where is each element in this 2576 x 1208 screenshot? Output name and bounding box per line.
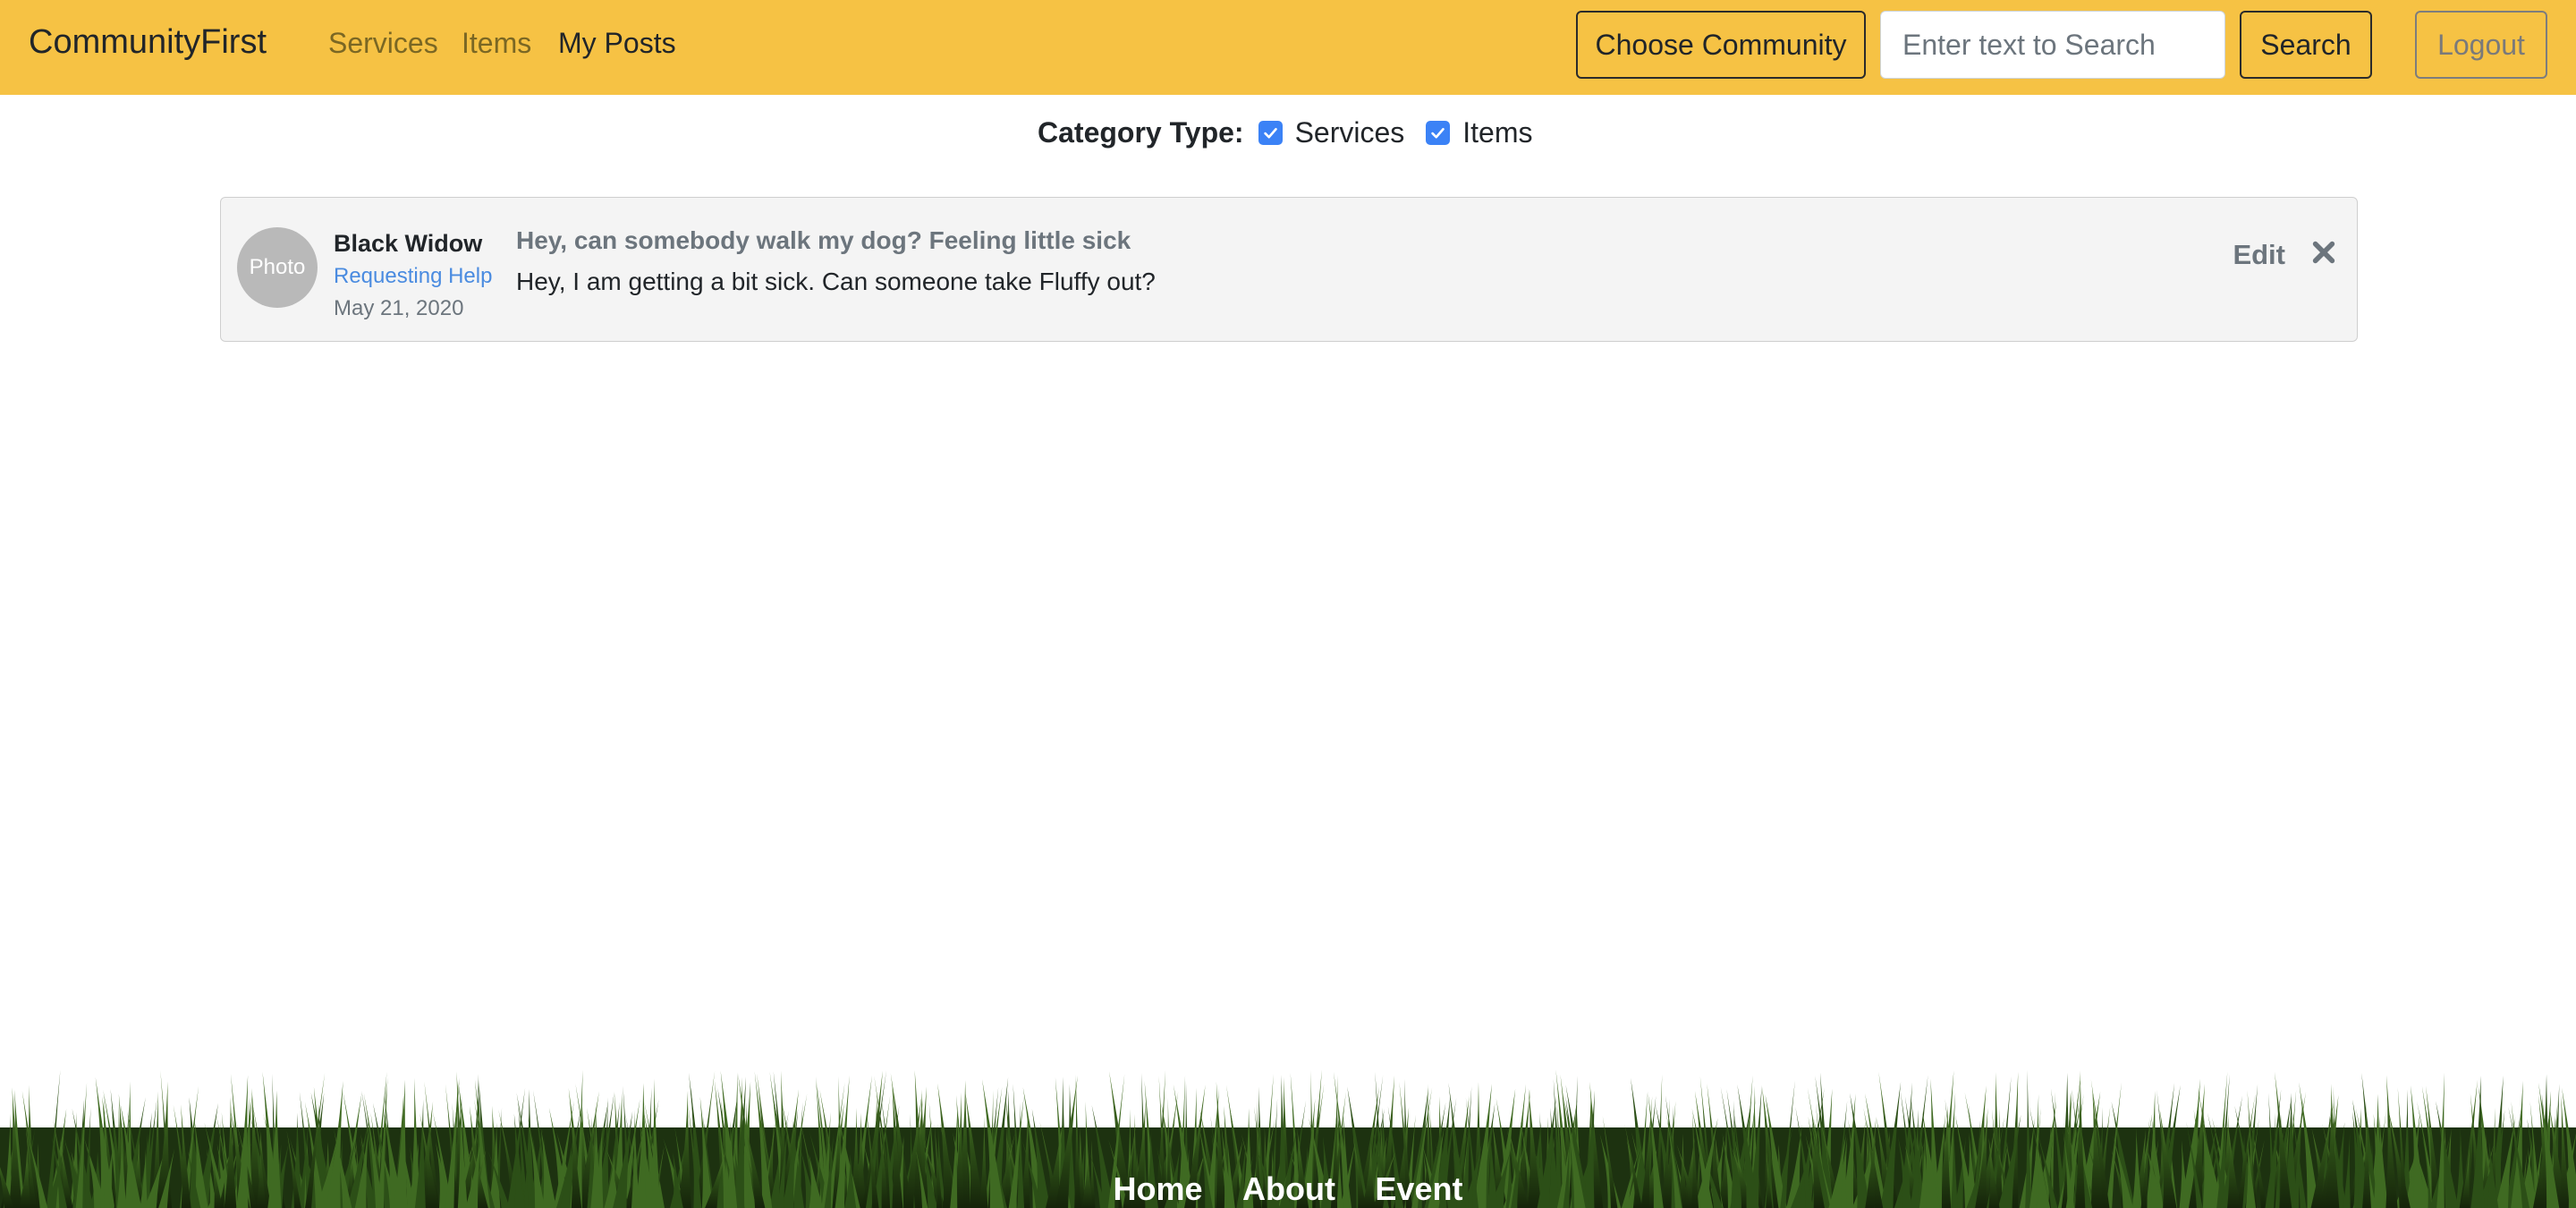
footer-link-event[interactable]: Event <box>1375 1170 1462 1207</box>
close-icon[interactable] <box>2310 239 2337 266</box>
footer-link-home[interactable]: Home <box>1114 1170 1203 1207</box>
post-card: Photo Black Widow Requesting Help May 21… <box>220 197 2358 342</box>
checkmark-icon <box>1431 127 1445 139</box>
checkmark-icon <box>1263 127 1277 139</box>
footer: Home About Event <box>0 1065 2576 1208</box>
category-filter: Category Type: Services Items <box>1038 115 1555 150</box>
services-checkbox-label: Services <box>1294 115 1405 149</box>
post-author-name: Black Widow <box>334 230 483 257</box>
post-date: May 21, 2020 <box>334 296 464 320</box>
search-button[interactable]: Search <box>2240 11 2372 79</box>
post-title: Hey, can somebody walk my dog? Feeling l… <box>516 226 1131 254</box>
footer-link-about[interactable]: About <box>1242 1170 1335 1207</box>
post-type-label: Requesting Help <box>334 264 493 288</box>
filter-option-services[interactable]: Services <box>1258 115 1405 149</box>
items-checkbox[interactable] <box>1426 120 1451 145</box>
top-navbar: CommunityFirst Services Items My Posts C… <box>0 0 2576 95</box>
logout-button[interactable]: Logout <box>2415 11 2547 79</box>
nav-link-services[interactable]: Services <box>328 27 438 60</box>
edit-post-button[interactable]: Edit <box>2233 239 2285 271</box>
filter-option-items[interactable]: Items <box>1426 115 1533 149</box>
post-body: Hey, I am getting a bit sick. Can someon… <box>516 268 1156 295</box>
choose-community-button[interactable]: Choose Community <box>1576 11 1866 79</box>
nav-link-items[interactable]: Items <box>462 27 531 60</box>
category-type-label: Category Type: <box>1038 115 1244 149</box>
footer-nav: Home About Event <box>0 1170 2576 1208</box>
nav-link-my-posts[interactable]: My Posts <box>558 27 676 60</box>
items-checkbox-label: Items <box>1462 115 1533 149</box>
brand-logo-link[interactable]: CommunityFirst <box>29 23 267 62</box>
services-checkbox[interactable] <box>1258 120 1283 145</box>
search-input[interactable] <box>1880 11 2225 79</box>
avatar: Photo <box>237 227 318 308</box>
